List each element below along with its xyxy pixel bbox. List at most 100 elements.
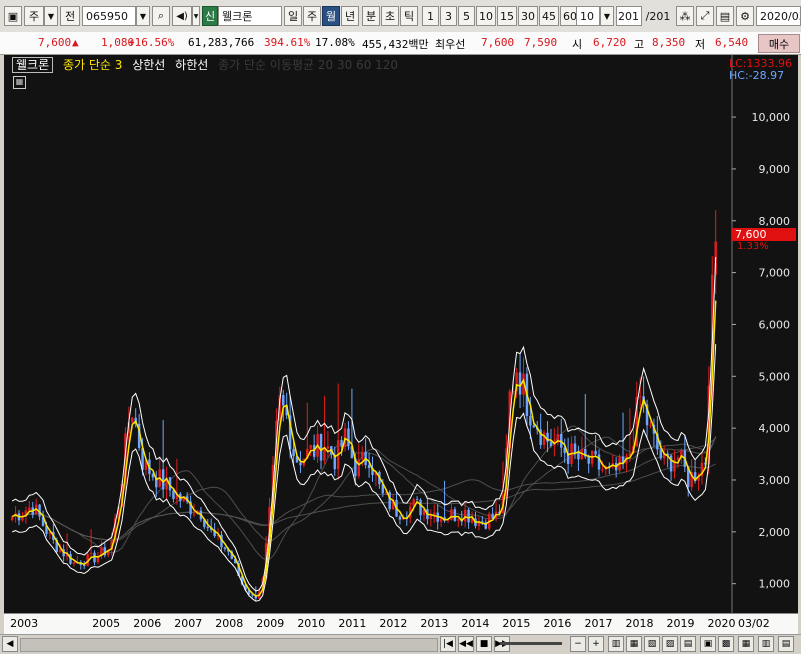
- period-month[interactable]: 월: [322, 6, 340, 26]
- quote-bar: 7,600 ▲ 1,080 +16.56% 61,283,766 394.61%…: [0, 32, 801, 55]
- view-button-7[interactable]: ▩: [718, 636, 734, 652]
- candle-up: [676, 457, 680, 460]
- candle-up: [357, 459, 361, 477]
- high-label: 고: [634, 38, 645, 51]
- rewind-icon: ◀◀: [459, 639, 473, 649]
- chevron-down-icon: ▼: [139, 11, 147, 21]
- chart-icon: ▥: [611, 639, 621, 649]
- view-button-3[interactable]: ▧: [644, 636, 660, 652]
- skip-back-icon: |◀: [443, 639, 453, 649]
- new-badge: 신: [202, 6, 218, 26]
- chart-icon: ▤: [683, 639, 693, 649]
- y-tick-label: 6,000: [759, 318, 791, 331]
- sound-button[interactable]: ◀): [172, 6, 192, 26]
- interval-dropdown-button[interactable]: ▼: [600, 6, 614, 26]
- line-tool-button[interactable]: ⤢: [696, 6, 714, 26]
- chart-menu-button[interactable]: ▣: [4, 6, 22, 26]
- mode-select[interactable]: 주: [24, 6, 44, 26]
- best-bid: 7,590: [524, 36, 558, 49]
- view-button-9[interactable]: ▥: [758, 636, 774, 652]
- candle-down: [93, 552, 96, 563]
- candle-up: [326, 446, 330, 449]
- y-tick-label: 2,000: [759, 526, 791, 539]
- chart-icon: ▥: [761, 639, 771, 649]
- period-second[interactable]: 초: [381, 6, 399, 26]
- y-tick-label: 7,000: [759, 267, 791, 280]
- x-tick-label: 2020: [707, 617, 736, 630]
- chevron-down-icon: ▼: [603, 11, 611, 21]
- interval-1[interactable]: 1: [422, 6, 439, 26]
- zoom-out-button[interactable]: −: [570, 636, 586, 652]
- legend-stock-name: 웰크론: [12, 57, 54, 73]
- interval-15[interactable]: 15: [497, 6, 517, 26]
- view-button-6[interactable]: ▣: [700, 636, 716, 652]
- scroll-track[interactable]: [20, 638, 438, 652]
- view-button-10[interactable]: ▤: [778, 636, 794, 652]
- search-button[interactable]: ⌕: [152, 6, 170, 26]
- stock-code-input[interactable]: 065950: [82, 6, 136, 26]
- search-icon: ⌕: [157, 9, 165, 22]
- stock-name-field[interactable]: 웰크론: [218, 6, 282, 26]
- trade-amount: 455,432백만: [362, 38, 429, 51]
- period-year[interactable]: 년: [341, 6, 359, 26]
- table-icon[interactable]: ▦: [13, 76, 26, 89]
- interval-3[interactable]: 3: [440, 6, 457, 26]
- y-tick-label: 4,000: [759, 422, 791, 435]
- interval-30[interactable]: 30: [518, 6, 538, 26]
- grid-button[interactable]: ⁂: [676, 6, 694, 26]
- count-total: /201: [645, 9, 671, 23]
- current-price: 7,600: [38, 36, 72, 49]
- interval-45[interactable]: 45: [539, 6, 559, 26]
- prev-button[interactable]: 전: [60, 6, 80, 26]
- period-week[interactable]: 주: [303, 6, 321, 26]
- best-quote-label: 최우선: [435, 38, 466, 51]
- view-button-1[interactable]: ▥: [608, 636, 624, 652]
- x-tick-label: 2014: [461, 617, 490, 630]
- y-tick-label: 5,000: [759, 370, 791, 383]
- count-input[interactable]: 201: [616, 6, 642, 26]
- mode-dropdown-button[interactable]: ▼: [44, 6, 58, 26]
- stop-button[interactable]: ■: [476, 636, 492, 652]
- buy-button[interactable]: 매수: [758, 34, 800, 53]
- chart-canvas[interactable]: 1,000 2,000 3,000 4,000 5,000 6,000 7,000 8,000…: [4, 55, 798, 613]
- zoom-in-button[interactable]: +: [588, 636, 604, 652]
- candle-up: [649, 424, 652, 426]
- speed-slider[interactable]: [500, 642, 562, 645]
- settings-button[interactable]: ⚙: [736, 6, 754, 26]
- plus-icon: +: [592, 639, 600, 649]
- view-button-4[interactable]: ▨: [662, 636, 678, 652]
- volume-ratio: 394.61%: [264, 36, 311, 49]
- x-tick-label: 2007: [174, 617, 203, 630]
- candle-up: [10, 516, 14, 521]
- first-button[interactable]: |◀: [440, 636, 456, 652]
- view-button-5[interactable]: ▤: [680, 636, 696, 652]
- interval-5[interactable]: 5: [458, 6, 475, 26]
- interval-10[interactable]: 10: [476, 6, 496, 26]
- rewind-button[interactable]: ◀◀: [458, 636, 474, 652]
- chart-icon: ▨: [665, 639, 675, 649]
- stock-code-value: 065950: [86, 9, 128, 23]
- candle-down: [594, 450, 597, 455]
- period-tick[interactable]: 틱: [400, 6, 418, 26]
- scroll-bar[interactable]: ◀ |◀ ◀◀ ■ ▶▶ − + ▥ ▦ ▧ ▨ ▤ ▣ ▩ ▦ ▥ ▤: [0, 634, 801, 654]
- high-price: 8,350: [652, 36, 686, 49]
- chart-icon: ▧: [647, 639, 657, 649]
- x-tick-label-current: 03/02: [738, 617, 770, 630]
- candle-down: [206, 526, 210, 528]
- chart-icon: ▤: [781, 639, 791, 649]
- period-day[interactable]: 일: [284, 6, 302, 26]
- view-button-8[interactable]: ▦: [738, 636, 754, 652]
- interval-input[interactable]: 10: [576, 6, 600, 26]
- stock-name: 웰크론: [222, 10, 253, 23]
- scroll-left-button[interactable]: ◀: [2, 636, 18, 652]
- period-minute[interactable]: 분: [362, 6, 380, 26]
- view-button-2[interactable]: ▦: [626, 636, 642, 652]
- candle-down: [597, 454, 601, 470]
- date-input[interactable]: 2020/03: [756, 6, 801, 26]
- y-tick-label: 1,000: [759, 578, 791, 591]
- sound-dropdown-button[interactable]: ▼: [192, 6, 200, 26]
- code-dropdown-button[interactable]: ▼: [136, 6, 150, 26]
- price-chart[interactable]: 1,000 2,000 3,000 4,000 5,000 6,000 7,000 8,000…: [4, 55, 798, 613]
- save-button[interactable]: ▤: [716, 6, 734, 26]
- mode-label: 주: [28, 10, 40, 23]
